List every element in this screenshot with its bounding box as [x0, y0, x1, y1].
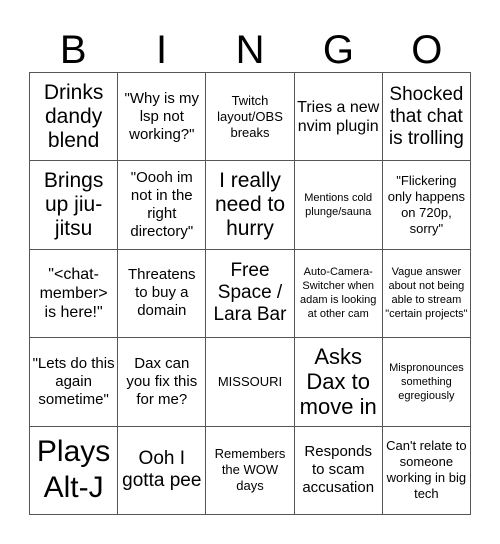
cell-text: "Flickering only happens on 720p, sorry" [387, 173, 466, 237]
bingo-cell[interactable]: Dax can you fix this for me? [118, 338, 207, 427]
bingo-cell[interactable]: "<chat-member> is here!" [30, 249, 119, 339]
cell-text: Responds to scam accusation [302, 443, 375, 497]
cell-text: Plays Alt-J [36, 435, 111, 505]
bingo-cell[interactable]: Tries a new nvim plugin [294, 73, 383, 162]
cell-text: Brings up jiu-jitsu [43, 169, 104, 241]
header-letter-n: N [235, 28, 265, 72]
bingo-cell[interactable]: "Why is my lsp not working?" [118, 73, 207, 162]
cell-text: Vague answer about not being able to str… [385, 266, 468, 321]
cell-text: "<chat-member> is here!" [39, 265, 108, 321]
bingo-cell[interactable]: Ooh I gotta pee [118, 426, 207, 515]
cell-text: MISSOURI [217, 373, 283, 389]
bingo-cell[interactable]: "Oooh im not in the right directory" [118, 161, 207, 250]
bingo-cell[interactable]: Mispronounces something egregiously [382, 338, 471, 427]
bingo-cell[interactable]: Remembers the WOW days [206, 426, 295, 515]
cell-text: Twitch layout/OBS breaks [217, 92, 283, 140]
bingo-header: B I N G O [29, 28, 471, 72]
bingo-cell[interactable]: Auto-Camera-Switcher when adam is lookin… [294, 249, 383, 339]
bingo-cell[interactable]: Threatens to buy a domain [118, 249, 207, 339]
bingo-cell[interactable]: Can't relate to someone working in big t… [382, 426, 471, 515]
cell-text: Shocked that chat is trolling [388, 83, 464, 149]
cell-text: "Lets do this again sometime" [32, 354, 115, 408]
cell-text: Dax can you fix this for me? [126, 354, 198, 408]
cell-text: Mentions cold plunge/sauna [304, 192, 373, 219]
cell-text: "Why is my lsp not working?" [124, 89, 200, 143]
cell-text: I really need to hurry [214, 169, 286, 241]
header-letter-i: I [156, 28, 168, 72]
bingo-cell[interactable]: Shocked that chat is trolling [382, 73, 471, 162]
cell-text: Ooh I gotta pee [122, 448, 202, 492]
cell-text: Remembers the WOW days [214, 446, 286, 494]
cell-text: "Oooh im not in the right directory" [130, 169, 194, 241]
bingo-cell[interactable]: Mentions cold plunge/sauna [294, 161, 383, 250]
cell-text: Asks Dax to move in [299, 344, 377, 420]
cell-text: Drinks dandy blend [43, 80, 104, 152]
header-letter-g: G [322, 28, 354, 72]
bingo-cell[interactable]: Brings up jiu-jitsu [30, 161, 119, 250]
bingo-cell[interactable]: Twitch layout/OBS breaks [206, 73, 295, 162]
cell-text: Mispronounces something egregiously [389, 361, 464, 402]
bingo-cell[interactable]: I really need to hurry [206, 161, 295, 250]
cell-text: Threatens to buy a domain [128, 266, 196, 320]
bingo-cell[interactable]: Drinks dandy blend [30, 73, 119, 162]
bingo-cell[interactable]: Asks Dax to move in [294, 338, 383, 427]
bingo-cell[interactable]: MISSOURI [206, 338, 295, 427]
header-letter-b: B [59, 28, 87, 72]
header-letter-o: O [411, 28, 443, 72]
bingo-cell[interactable]: Responds to scam accusation [294, 426, 383, 515]
cell-text: Free Space / Lara Bar [213, 260, 287, 326]
bingo-cell[interactable]: Vague answer about not being able to str… [382, 249, 471, 339]
bingo-cell[interactable]: Plays Alt-J [30, 426, 119, 515]
cell-text: Auto-Camera-Switcher when adam is lookin… [299, 266, 377, 321]
bingo-card: Drinks dandy blend "Why is my lsp not wo… [29, 72, 471, 515]
bingo-cell[interactable]: "Lets do this again sometime" [30, 338, 119, 427]
bingo-cell[interactable]: "Flickering only happens on 720p, sorry" [382, 161, 471, 250]
cell-text: Tries a new nvim plugin [297, 98, 380, 135]
cell-text: Can't relate to someone working in big t… [386, 438, 467, 502]
free-space-cell[interactable]: Free Space / Lara Bar [206, 249, 295, 339]
